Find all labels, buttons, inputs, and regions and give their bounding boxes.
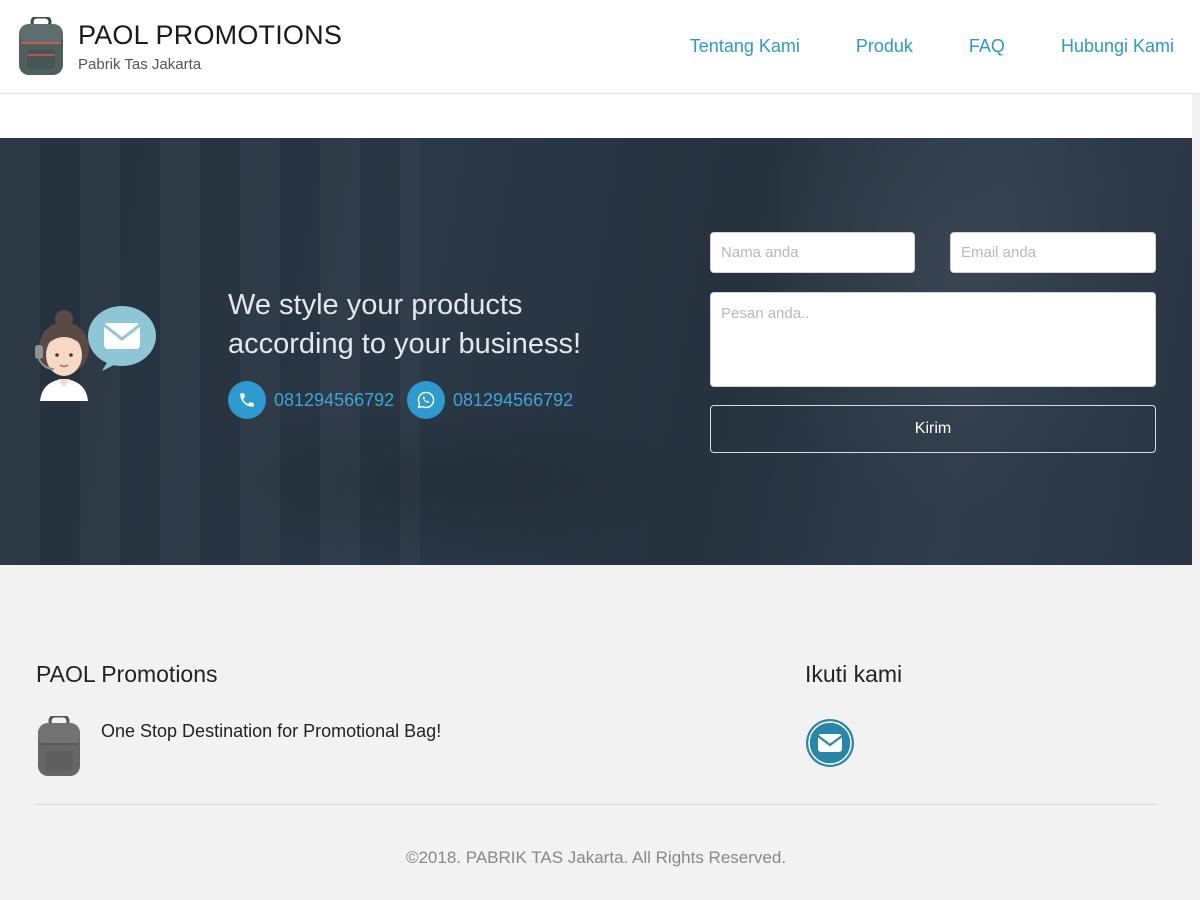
footer-divider: [36, 804, 1156, 805]
message-input[interactable]: [710, 292, 1156, 387]
support-agent-mail-icon: [35, 306, 156, 401]
envelope-icon[interactable]: [805, 718, 855, 768]
phone-contact[interactable]: 081294566792: [228, 381, 394, 419]
footer-company-description: One Stop Destination for Promotional Bag…: [101, 721, 442, 741]
scrollbar-track: [1192, 94, 1200, 565]
send-button[interactable]: Kirim: [710, 405, 1156, 453]
brand-title[interactable]: PAOL PROMOTIONS: [78, 20, 342, 51]
hero-tagline: We style your products according to your…: [228, 286, 648, 364]
copyright-text: ©2018. PABRIK TAS Jakarta. All Rights Re…: [405, 848, 787, 867]
contact-hero: We style your products according to your…: [0, 138, 1192, 565]
phone-number[interactable]: 081294566792: [274, 390, 394, 411]
background-texture: [200, 398, 700, 565]
nav-link-faq[interactable]: FAQ: [969, 36, 1005, 57]
backpack-icon: [38, 716, 80, 776]
backpack-icon[interactable]: [18, 17, 64, 75]
name-input[interactable]: [710, 232, 915, 273]
nav-link-produk[interactable]: Produk: [856, 36, 913, 57]
nav-link-tentang-kami[interactable]: Tentang Kami: [690, 36, 800, 57]
whatsapp-number[interactable]: 081294566792: [453, 390, 573, 411]
tagline-line-1: We style your products: [228, 289, 523, 321]
spacer: [0, 94, 1192, 138]
nav-link-hubungi-kami[interactable]: Hubungi Kami: [1061, 36, 1174, 57]
footer-follow-title: Ikuti kami: [805, 661, 903, 687]
footer-company-title: PAOL Promotions: [36, 661, 218, 687]
site-header: PAOL PROMOTIONS Pabrik Tas Jakarta Tenta…: [0, 0, 1200, 94]
email-input[interactable]: [950, 232, 1156, 273]
brand-subtitle: Pabrik Tas Jakarta: [78, 56, 202, 73]
main-nav: Tentang Kami Produk FAQ Hubungi Kami: [690, 36, 1174, 57]
whatsapp-contact[interactable]: 081294566792: [407, 381, 573, 419]
phone-icon: [228, 381, 266, 419]
tagline-line-2: according to your business!: [228, 328, 582, 360]
whatsapp-icon: [407, 381, 445, 419]
